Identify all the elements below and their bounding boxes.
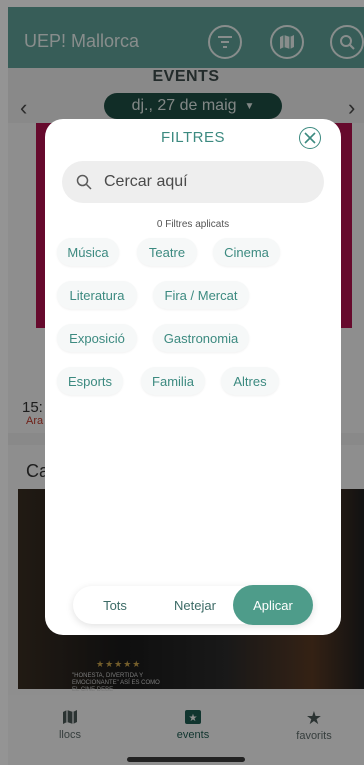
filter-modal: FILTRES Cercar aquí 0 Filtres aplicats M… [45, 119, 341, 635]
chip-fira-mercat[interactable]: Fira / Mercat [153, 281, 249, 309]
chip-musica[interactable]: Música [57, 238, 119, 266]
chip-altres[interactable]: Altres [221, 367, 279, 395]
chip-esports[interactable]: Esports [57, 367, 123, 395]
apply-button[interactable]: Aplicar [233, 585, 313, 625]
close-button[interactable] [299, 127, 321, 149]
filter-count: 0 Filtres aplicats [156, 219, 230, 230]
search-input[interactable]: Cercar aquí [62, 161, 324, 203]
modal-title: FILTRES [160, 129, 226, 146]
filter-actions: Tots Netejar Aplicar [73, 585, 313, 625]
search-placeholder: Cercar aquí [104, 173, 188, 190]
chip-literatura[interactable]: Literatura [57, 281, 137, 309]
chip-teatre[interactable]: Teatre [137, 238, 197, 266]
search-icon [76, 174, 92, 190]
chip-exposicio[interactable]: Exposició [57, 324, 137, 352]
close-icon [304, 132, 316, 144]
chip-familia[interactable]: Familia [141, 367, 205, 395]
chip-cinema[interactable]: Cinema [213, 238, 280, 266]
home-indicator [127, 757, 245, 762]
chip-gastronomia[interactable]: Gastronomia [153, 324, 249, 352]
select-all-button[interactable]: Tots [73, 586, 157, 624]
clear-button[interactable]: Netejar [157, 586, 233, 624]
